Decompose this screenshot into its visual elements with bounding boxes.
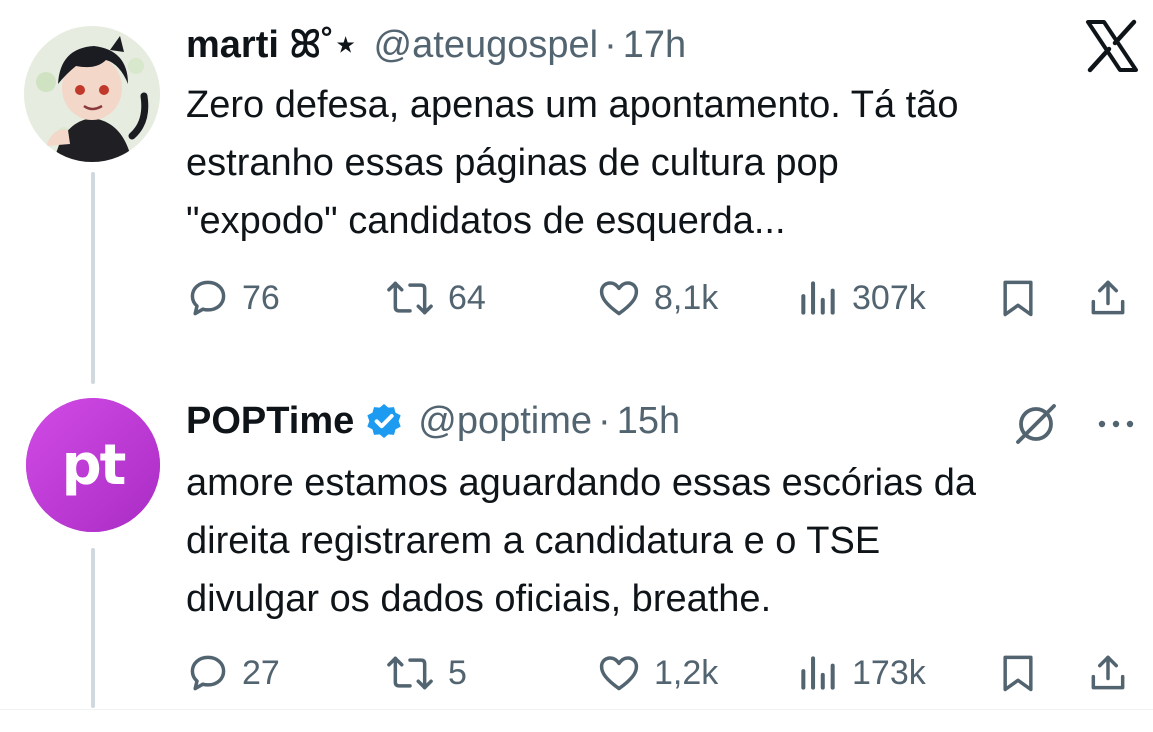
thread-line-bottom bbox=[91, 548, 95, 708]
x-logo-close-icon[interactable] bbox=[1082, 16, 1142, 76]
heart-icon bbox=[599, 656, 639, 691]
reply-icon bbox=[190, 655, 226, 691]
repost-icon bbox=[387, 656, 433, 690]
more-options-button[interactable] bbox=[1090, 400, 1142, 448]
tweet-text-line: estranho essas páginas de cultura pop bbox=[186, 142, 839, 184]
views-count: 307k bbox=[852, 278, 926, 317]
repost-count: 5 bbox=[448, 653, 467, 692]
share-icon bbox=[1091, 655, 1125, 690]
separator-dot: · bbox=[604, 24, 617, 66]
share-button[interactable] bbox=[1086, 268, 1130, 328]
author-name[interactable]: marti ꕤ˚⋆ bbox=[186, 22, 358, 68]
separator-dot: · bbox=[598, 400, 611, 442]
avatar-marti[interactable] bbox=[24, 26, 160, 162]
repost-button[interactable]: 64 bbox=[384, 268, 486, 328]
thread-line-top bbox=[91, 172, 95, 384]
repost-icon bbox=[387, 281, 433, 315]
avatar-poptime[interactable]: pt bbox=[26, 398, 160, 532]
poptime-logo-text: pt bbox=[61, 432, 127, 498]
repost-button[interactable]: 5 bbox=[384, 643, 467, 703]
heart-icon bbox=[599, 281, 639, 316]
author-handle[interactable]: @poptime bbox=[418, 398, 592, 444]
reply-count: 27 bbox=[242, 653, 280, 692]
more-dots-icon bbox=[1098, 420, 1134, 428]
reply-count: 76 bbox=[242, 278, 280, 317]
tweet-text-line: direita registrarem a candidatura e o TS… bbox=[186, 520, 881, 562]
tweet-time[interactable]: 17h bbox=[623, 22, 686, 68]
x-logo-icon bbox=[1086, 19, 1138, 73]
reply-icon bbox=[190, 280, 226, 316]
tweet-header: marti ꕤ˚⋆ @ateugospel · 17h bbox=[186, 22, 686, 68]
tweet-actions: 27 5 1,2k 173k bbox=[186, 643, 1138, 703]
share-icon bbox=[1091, 280, 1125, 315]
repost-count: 64 bbox=[448, 278, 486, 317]
bookmark-icon bbox=[1003, 280, 1033, 317]
tweet-text-line: Zero defesa, apenas um apontamento. Tá t… bbox=[186, 84, 959, 126]
bookmark-button[interactable] bbox=[996, 643, 1040, 703]
verified-badge-icon bbox=[364, 401, 404, 441]
bookmark-icon bbox=[1003, 655, 1033, 692]
like-count: 8,1k bbox=[654, 278, 719, 317]
like-count: 1,2k bbox=[654, 653, 719, 692]
tweet-time[interactable]: 15h bbox=[617, 398, 680, 444]
bookmark-button[interactable] bbox=[996, 268, 1040, 328]
like-button[interactable]: 1,2k bbox=[596, 643, 718, 703]
tweet-text-line: "expodo" candidatos de esquerda... bbox=[186, 200, 786, 242]
reply-button[interactable]: 76 bbox=[186, 268, 280, 328]
tweet-text-line: divulgar os dados oficiais, breathe. bbox=[186, 578, 772, 620]
views-button[interactable]: 307k bbox=[796, 268, 926, 328]
author-name[interactable]: POPTime bbox=[186, 398, 354, 444]
tweet-text: amore estamos aguardando essas escórias … bbox=[186, 454, 1136, 628]
views-chart-icon bbox=[801, 281, 835, 315]
author-handle[interactable]: @ateugospel bbox=[374, 22, 599, 68]
share-button[interactable] bbox=[1086, 643, 1130, 703]
anime-avatar-icon bbox=[24, 26, 160, 162]
bottom-divider bbox=[0, 709, 1153, 710]
like-button[interactable]: 8,1k bbox=[596, 268, 718, 328]
views-count: 173k bbox=[852, 653, 926, 692]
tweet-text: Zero defesa, apenas um apontamento. Tá t… bbox=[186, 76, 1136, 250]
tweet-actions: 76 64 8,1k 307k bbox=[186, 268, 1138, 328]
tweet-text-line: amore estamos aguardando essas escórias … bbox=[186, 462, 977, 504]
reply-button[interactable]: 27 bbox=[186, 643, 280, 703]
views-chart-icon bbox=[801, 656, 835, 690]
grok-button[interactable] bbox=[1012, 400, 1060, 448]
tweet-header: POPTime @poptime · 15h bbox=[186, 398, 680, 444]
views-button[interactable]: 173k bbox=[796, 643, 926, 703]
grok-icon bbox=[1016, 404, 1056, 444]
